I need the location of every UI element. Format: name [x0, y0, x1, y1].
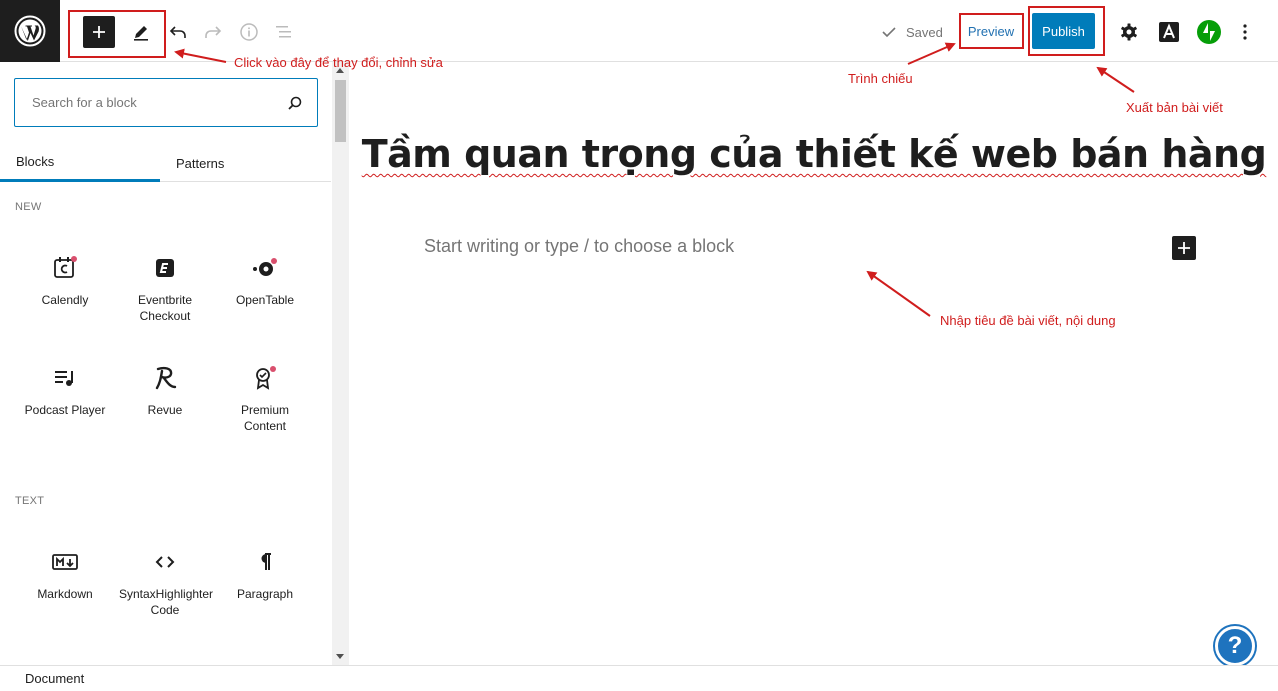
block-label: Paragraph — [236, 587, 294, 601]
block-inserter-panel: Blocks Patterns NEW Calendly Eventbrite … — [0, 62, 349, 665]
list-view-button[interactable] — [268, 16, 300, 48]
annotation-preview-note: Trình chiếu — [848, 71, 913, 86]
block-item-paragraph[interactable]: Paragraph — [215, 538, 315, 638]
annotation-publish-note: Xuất bản bài viết — [1126, 100, 1223, 115]
vertical-ellipsis-icon — [1243, 24, 1247, 40]
search-icon[interactable] — [287, 95, 303, 111]
help-button[interactable]: ? — [1215, 626, 1255, 666]
block-label: Revue — [147, 403, 183, 417]
tab-patterns[interactable]: Patterns — [160, 144, 331, 182]
scroll-thumb[interactable] — [335, 80, 346, 142]
eventbrite-icon — [151, 254, 179, 282]
revue-icon — [151, 364, 179, 392]
sidebar-scrollbar[interactable] — [332, 62, 349, 665]
undo-icon — [169, 26, 186, 38]
block-search — [14, 78, 318, 127]
scroll-down-arrow-icon[interactable] — [336, 654, 344, 659]
podcast-icon — [51, 364, 79, 392]
paragraph-icon — [251, 548, 279, 576]
add-block-button[interactable] — [1172, 236, 1196, 260]
breadcrumb-document[interactable]: Document — [25, 671, 84, 686]
annotation-content-note: Nhập tiêu đề bài viết, nội dung — [940, 313, 1116, 328]
block-item-opentable[interactable]: OpenTable — [215, 244, 315, 344]
info-icon — [240, 23, 258, 41]
block-label: Calendly — [41, 293, 89, 307]
post-title[interactable]: Tầm quan trọng của thiết kế web bán hàng — [350, 132, 1278, 176]
block-item-eventbrite[interactable]: Eventbrite Checkout — [115, 244, 215, 344]
save-status: Saved — [880, 22, 943, 42]
typography-icon — [1159, 22, 1179, 42]
wordpress-logo-button[interactable] — [0, 0, 60, 62]
undo-button[interactable] — [162, 16, 194, 48]
post-title-text: Tầm quan trọng của thiết kế web bán hàng — [361, 132, 1267, 176]
more-options-button[interactable] — [1229, 16, 1261, 48]
details-button[interactable] — [233, 16, 265, 48]
calendly-icon — [51, 254, 79, 282]
wordpress-icon — [14, 15, 46, 47]
list-view-icon — [276, 26, 291, 38]
annotation-box-publish — [1028, 6, 1105, 56]
annotation-arrow-content — [866, 270, 931, 317]
annotation-arrow-publish — [1096, 66, 1135, 93]
block-label: Premium Content — [240, 403, 289, 433]
block-label: Eventbrite Checkout — [137, 293, 193, 323]
saved-label: Saved — [906, 24, 943, 40]
section-title-new: NEW — [15, 201, 42, 213]
typography-button[interactable] — [1153, 16, 1185, 48]
premium-icon — [251, 364, 279, 392]
settings-button[interactable] — [1113, 16, 1145, 48]
default-block-appender[interactable]: Start writing or type / to choose a bloc… — [424, 236, 734, 257]
section-title-text: TEXT — [15, 495, 45, 507]
annotation-box-preview — [959, 13, 1024, 49]
inserter-tabs: Blocks Patterns — [0, 144, 331, 182]
block-label: Markdown — [37, 587, 93, 601]
block-item-revue[interactable]: Revue — [115, 354, 215, 454]
gear-icon — [1121, 23, 1137, 41]
jetpack-button[interactable] — [1193, 16, 1225, 48]
annotation-box-edit-tools — [68, 10, 166, 58]
block-label: Podcast Player — [24, 403, 106, 417]
opentable-icon — [251, 254, 279, 282]
jetpack-icon — [1197, 20, 1221, 44]
plus-icon — [1178, 242, 1190, 254]
block-item-calendly[interactable]: Calendly — [15, 244, 115, 344]
block-label: SyntaxHighlighter Code — [119, 587, 214, 617]
question-mark-icon: ? — [1227, 632, 1243, 659]
block-breadcrumb: Document — [0, 665, 1278, 691]
code-icon — [151, 548, 179, 576]
block-item-premium-content[interactable]: Premium Content — [215, 354, 315, 454]
checkmark-icon — [882, 27, 896, 38]
redo-icon — [205, 26, 222, 38]
block-item-markdown[interactable]: Markdown — [15, 538, 115, 638]
block-search-input[interactable] — [32, 95, 287, 110]
redo-button[interactable] — [197, 16, 229, 48]
block-item-syntaxhighlighter[interactable]: SyntaxHighlighter Code — [115, 538, 215, 638]
markdown-icon — [51, 548, 79, 576]
block-label: OpenTable — [235, 293, 295, 307]
block-item-podcast-player[interactable]: Podcast Player — [15, 354, 115, 454]
annotation-edit-note: Click vào đây để thay đổi, chỉnh sửa — [234, 55, 443, 70]
tab-blocks[interactable]: Blocks — [0, 144, 160, 182]
